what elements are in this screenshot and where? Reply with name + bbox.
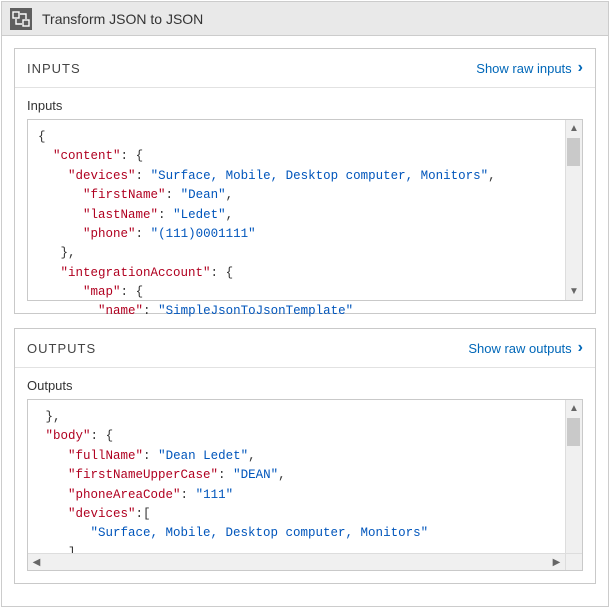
inputs-panel-body: Inputs { "content": { "devices": "Surfac… — [15, 88, 595, 313]
inputs-panel-header: INPUTS Show raw inputs › — [15, 49, 595, 88]
show-raw-outputs-link[interactable]: Show raw outputs › — [468, 339, 583, 357]
titlebar: Transform JSON to JSON — [2, 2, 608, 36]
transform-icon — [10, 8, 32, 30]
outputs-heading: OUTPUTS — [27, 341, 96, 356]
outputs-scrollbar-horizontal[interactable]: ◀ ▶ — [28, 553, 565, 570]
outputs-sublabel: Outputs — [27, 378, 583, 393]
scroll-up-icon[interactable]: ▲ — [566, 120, 583, 137]
outputs-panel-body: Outputs }, "body": { "fullName": "Dean L… — [15, 368, 595, 583]
window-title: Transform JSON to JSON — [42, 11, 203, 27]
scroll-left-icon[interactable]: ◀ — [28, 554, 45, 571]
inputs-scroll-thumb[interactable] — [567, 138, 580, 166]
inputs-code-box: { "content": { "devices": "Surface, Mobi… — [27, 119, 583, 301]
inputs-panel: INPUTS Show raw inputs › Inputs { "conte… — [14, 48, 596, 314]
scroll-down-icon[interactable]: ▼ — [566, 283, 583, 300]
scroll-corner — [565, 553, 582, 570]
outputs-code-box: }, "body": { "fullName": "Dean Ledet", "… — [27, 399, 583, 571]
outputs-panel: OUTPUTS Show raw outputs › Outputs }, "b… — [14, 328, 596, 584]
chevron-right-icon: › — [578, 339, 583, 357]
window: Transform JSON to JSON INPUTS Show raw i… — [1, 1, 609, 607]
scroll-up-icon[interactable]: ▲ — [566, 400, 583, 417]
outputs-panel-header: OUTPUTS Show raw outputs › — [15, 329, 595, 368]
inputs-sublabel: Inputs — [27, 98, 583, 113]
chevron-right-icon: › — [578, 59, 583, 77]
show-raw-inputs-link[interactable]: Show raw inputs › — [476, 59, 583, 77]
content-area: INPUTS Show raw inputs › Inputs { "conte… — [2, 36, 608, 606]
show-raw-inputs-label: Show raw inputs — [476, 61, 571, 76]
inputs-heading: INPUTS — [27, 61, 81, 76]
outputs-scroll-thumb[interactable] — [567, 418, 580, 446]
show-raw-outputs-label: Show raw outputs — [468, 341, 571, 356]
inputs-code: { "content": { "devices": "Surface, Mobi… — [28, 120, 582, 330]
scroll-right-icon[interactable]: ▶ — [548, 554, 565, 571]
